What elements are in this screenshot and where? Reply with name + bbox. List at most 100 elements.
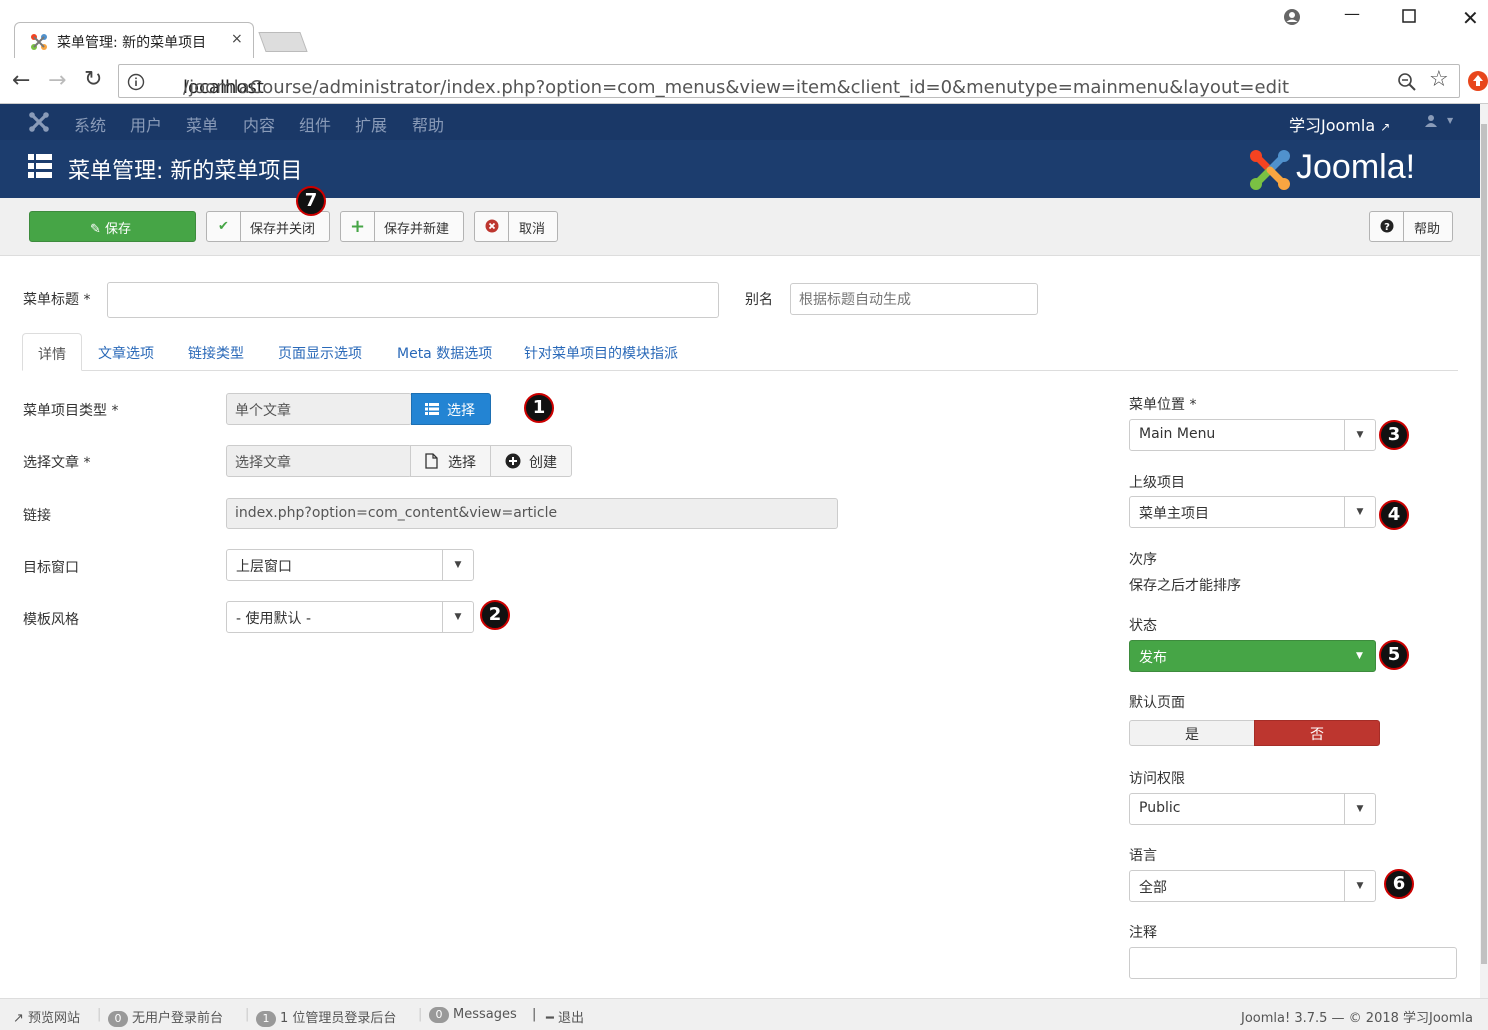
alias-input[interactable] bbox=[790, 283, 1038, 315]
back-icon[interactable]: ← bbox=[12, 68, 30, 93]
divider: | bbox=[418, 1007, 423, 1022]
order-note: 保存之后才能排序 bbox=[1129, 578, 1241, 594]
maximize-icon[interactable] bbox=[1402, 8, 1416, 27]
tab-close-icon[interactable]: × bbox=[231, 31, 243, 47]
menu-location-label: 菜单位置 * bbox=[1129, 397, 1197, 413]
caret-down-icon: ▼ bbox=[442, 550, 473, 580]
tab-metadata[interactable]: Meta 数据选项 bbox=[397, 333, 492, 371]
edit-tabs: 详情 文章选项 链接类型 页面显示选项 Meta 数据选项 针对菜单项目的模块指… bbox=[22, 333, 1458, 371]
caret-down-icon: ▼ bbox=[442, 602, 473, 632]
preview-site-link[interactable]: ↗ 预览网站 bbox=[13, 1007, 80, 1026]
help-circle-icon: ? bbox=[1370, 212, 1404, 241]
menu-title-input[interactable] bbox=[107, 282, 719, 318]
joomla-logo-icon[interactable] bbox=[28, 111, 50, 133]
annotation-badge-3: 3 bbox=[1379, 420, 1409, 450]
bookmark-star-icon[interactable]: ☆ bbox=[1429, 67, 1449, 92]
page-header: 菜单管理: 新的菜单项目 Joomla! bbox=[0, 140, 1480, 198]
save-new-label: 保存并新建 bbox=[384, 222, 450, 237]
browser-tab[interactable]: 菜单管理: 新的菜单项目 × bbox=[14, 22, 254, 58]
status-select[interactable]: 发布 ▼ bbox=[1129, 640, 1376, 672]
new-tab-button[interactable] bbox=[258, 32, 308, 52]
article-create-button[interactable]: 创建 bbox=[490, 445, 572, 477]
messages-status[interactable]: 0 Messages bbox=[429, 1007, 517, 1023]
alias-label: 别名 bbox=[745, 292, 773, 308]
nav-item-help[interactable]: 帮助 bbox=[412, 112, 444, 136]
external-link-icon: ↗ bbox=[13, 1011, 24, 1026]
default-page-label: 默认页面 bbox=[1129, 695, 1185, 711]
tab-module-assignment[interactable]: 针对菜单项目的模块指派 bbox=[524, 333, 678, 371]
plus-circle-icon bbox=[505, 453, 521, 469]
item-type-field: 单个文章 bbox=[226, 393, 412, 425]
status-bar: ↗ 预览网站 | 0 无用户登录前台 | 11 位管理员登录后台 | 0 Messa… bbox=[0, 998, 1488, 1030]
svg-text:?: ? bbox=[1384, 222, 1390, 233]
help-button[interactable]: ? 帮助 bbox=[1369, 211, 1453, 242]
nav-item-extensions[interactable]: 扩展 bbox=[355, 112, 387, 136]
nav-item-menus[interactable]: 菜单 bbox=[186, 112, 218, 136]
tab-page-display[interactable]: 页面显示选项 bbox=[278, 333, 362, 371]
tab-article-options[interactable]: 文章选项 bbox=[98, 333, 154, 371]
link-field: index.php?option=com_content&view=articl… bbox=[226, 498, 838, 529]
menu-location-select[interactable]: Main Menu ▼ bbox=[1129, 419, 1376, 451]
list-icon bbox=[425, 403, 439, 415]
caret-down-icon: ▼ bbox=[1356, 651, 1363, 661]
default-no-button[interactable]: 否 bbox=[1254, 720, 1380, 746]
close-window-icon[interactable]: ✕ bbox=[1462, 6, 1479, 30]
menu-title-label: 菜单标题 * bbox=[23, 292, 91, 308]
zoom-icon[interactable] bbox=[1397, 72, 1417, 92]
tab-link-type[interactable]: 链接类型 bbox=[188, 333, 244, 371]
backend-users-status[interactable]: 11 位管理员登录后台 bbox=[256, 1007, 396, 1027]
caret-down-icon: ▼ bbox=[1344, 871, 1375, 901]
reload-icon[interactable]: ↻ bbox=[84, 67, 102, 92]
default-yes-button[interactable]: 是 bbox=[1129, 720, 1255, 746]
page-scrollbar[interactable] bbox=[1480, 104, 1488, 998]
annotation-badge-1: 1 bbox=[524, 393, 554, 423]
order-label: 次序 bbox=[1129, 552, 1157, 568]
scrollbar-thumb[interactable] bbox=[1481, 124, 1487, 964]
check-icon: ✔ bbox=[207, 212, 241, 241]
info-icon[interactable] bbox=[127, 73, 145, 91]
minus-icon: ━ bbox=[546, 1011, 554, 1026]
target-window-select[interactable]: 上层窗口 ▼ bbox=[226, 549, 474, 581]
language-label: 语言 bbox=[1129, 848, 1157, 864]
template-style-select[interactable]: - 使用默认 - ▼ bbox=[226, 601, 474, 633]
cancel-circle-icon bbox=[475, 212, 509, 241]
file-icon bbox=[425, 453, 438, 469]
nav-item-content[interactable]: 内容 bbox=[243, 112, 275, 136]
version-text: Joomla! 3.7.5 — © 2018 学习Joomla bbox=[1241, 1011, 1474, 1026]
caret-down-icon: ▼ bbox=[1344, 420, 1375, 450]
note-label: 注释 bbox=[1129, 925, 1157, 941]
user-menu-caret-icon[interactable]: ▼ bbox=[1447, 116, 1453, 125]
extension-icon[interactable] bbox=[1467, 70, 1488, 92]
item-type-label: 菜单项目类型 * bbox=[23, 403, 119, 419]
tab-details[interactable]: 详情 bbox=[22, 333, 82, 371]
save-new-button[interactable]: + 保存并新建 bbox=[340, 211, 464, 242]
article-select-button[interactable]: 选择 bbox=[410, 445, 491, 477]
item-type-select-button[interactable]: 选择 bbox=[411, 393, 491, 425]
access-select[interactable]: Public ▼ bbox=[1129, 793, 1376, 825]
divider: | bbox=[532, 1007, 537, 1022]
nav-item-users[interactable]: 用户 bbox=[130, 112, 162, 136]
logout-link[interactable]: ━ 退出 bbox=[546, 1007, 584, 1026]
minimize-icon[interactable]: — bbox=[1344, 4, 1360, 23]
profile-icon[interactable] bbox=[1283, 8, 1301, 30]
admin-top-nav: 系统 用户 菜单 内容 组件 扩展 帮助 学习Joomla ↗ ▼ bbox=[0, 104, 1480, 140]
page-title: 菜单管理: 新的菜单项目 bbox=[68, 159, 303, 184]
note-input[interactable] bbox=[1129, 947, 1457, 979]
nav-item-system[interactable]: 系统 bbox=[74, 112, 106, 136]
nav-item-components[interactable]: 组件 bbox=[299, 112, 331, 136]
save-button[interactable]: ✎ 保存 bbox=[29, 211, 196, 242]
user-icon[interactable] bbox=[1424, 114, 1438, 128]
caret-down-icon: ▼ bbox=[1344, 497, 1375, 527]
save-close-label: 保存并关闭 bbox=[250, 222, 316, 237]
parent-item-select[interactable]: 菜单主项目 ▼ bbox=[1129, 496, 1376, 528]
joomla-favicon-icon bbox=[31, 34, 47, 50]
annotation-badge-2: 2 bbox=[480, 600, 510, 630]
site-link[interactable]: 学习Joomla ↗ bbox=[1289, 112, 1390, 136]
annotation-badge-6: 6 bbox=[1384, 869, 1414, 899]
cancel-button[interactable]: 取消 bbox=[474, 211, 558, 242]
language-select[interactable]: 全部 ▼ bbox=[1129, 870, 1376, 902]
browser-tab-title: 菜单管理: 新的菜单项目 bbox=[57, 35, 207, 51]
frontend-users-status[interactable]: 0 无用户登录前台 bbox=[108, 1007, 223, 1027]
url-field[interactable]: localhost/joomlaCourse/administrator/ind… bbox=[118, 64, 1460, 98]
forward-icon[interactable]: → bbox=[48, 68, 66, 93]
